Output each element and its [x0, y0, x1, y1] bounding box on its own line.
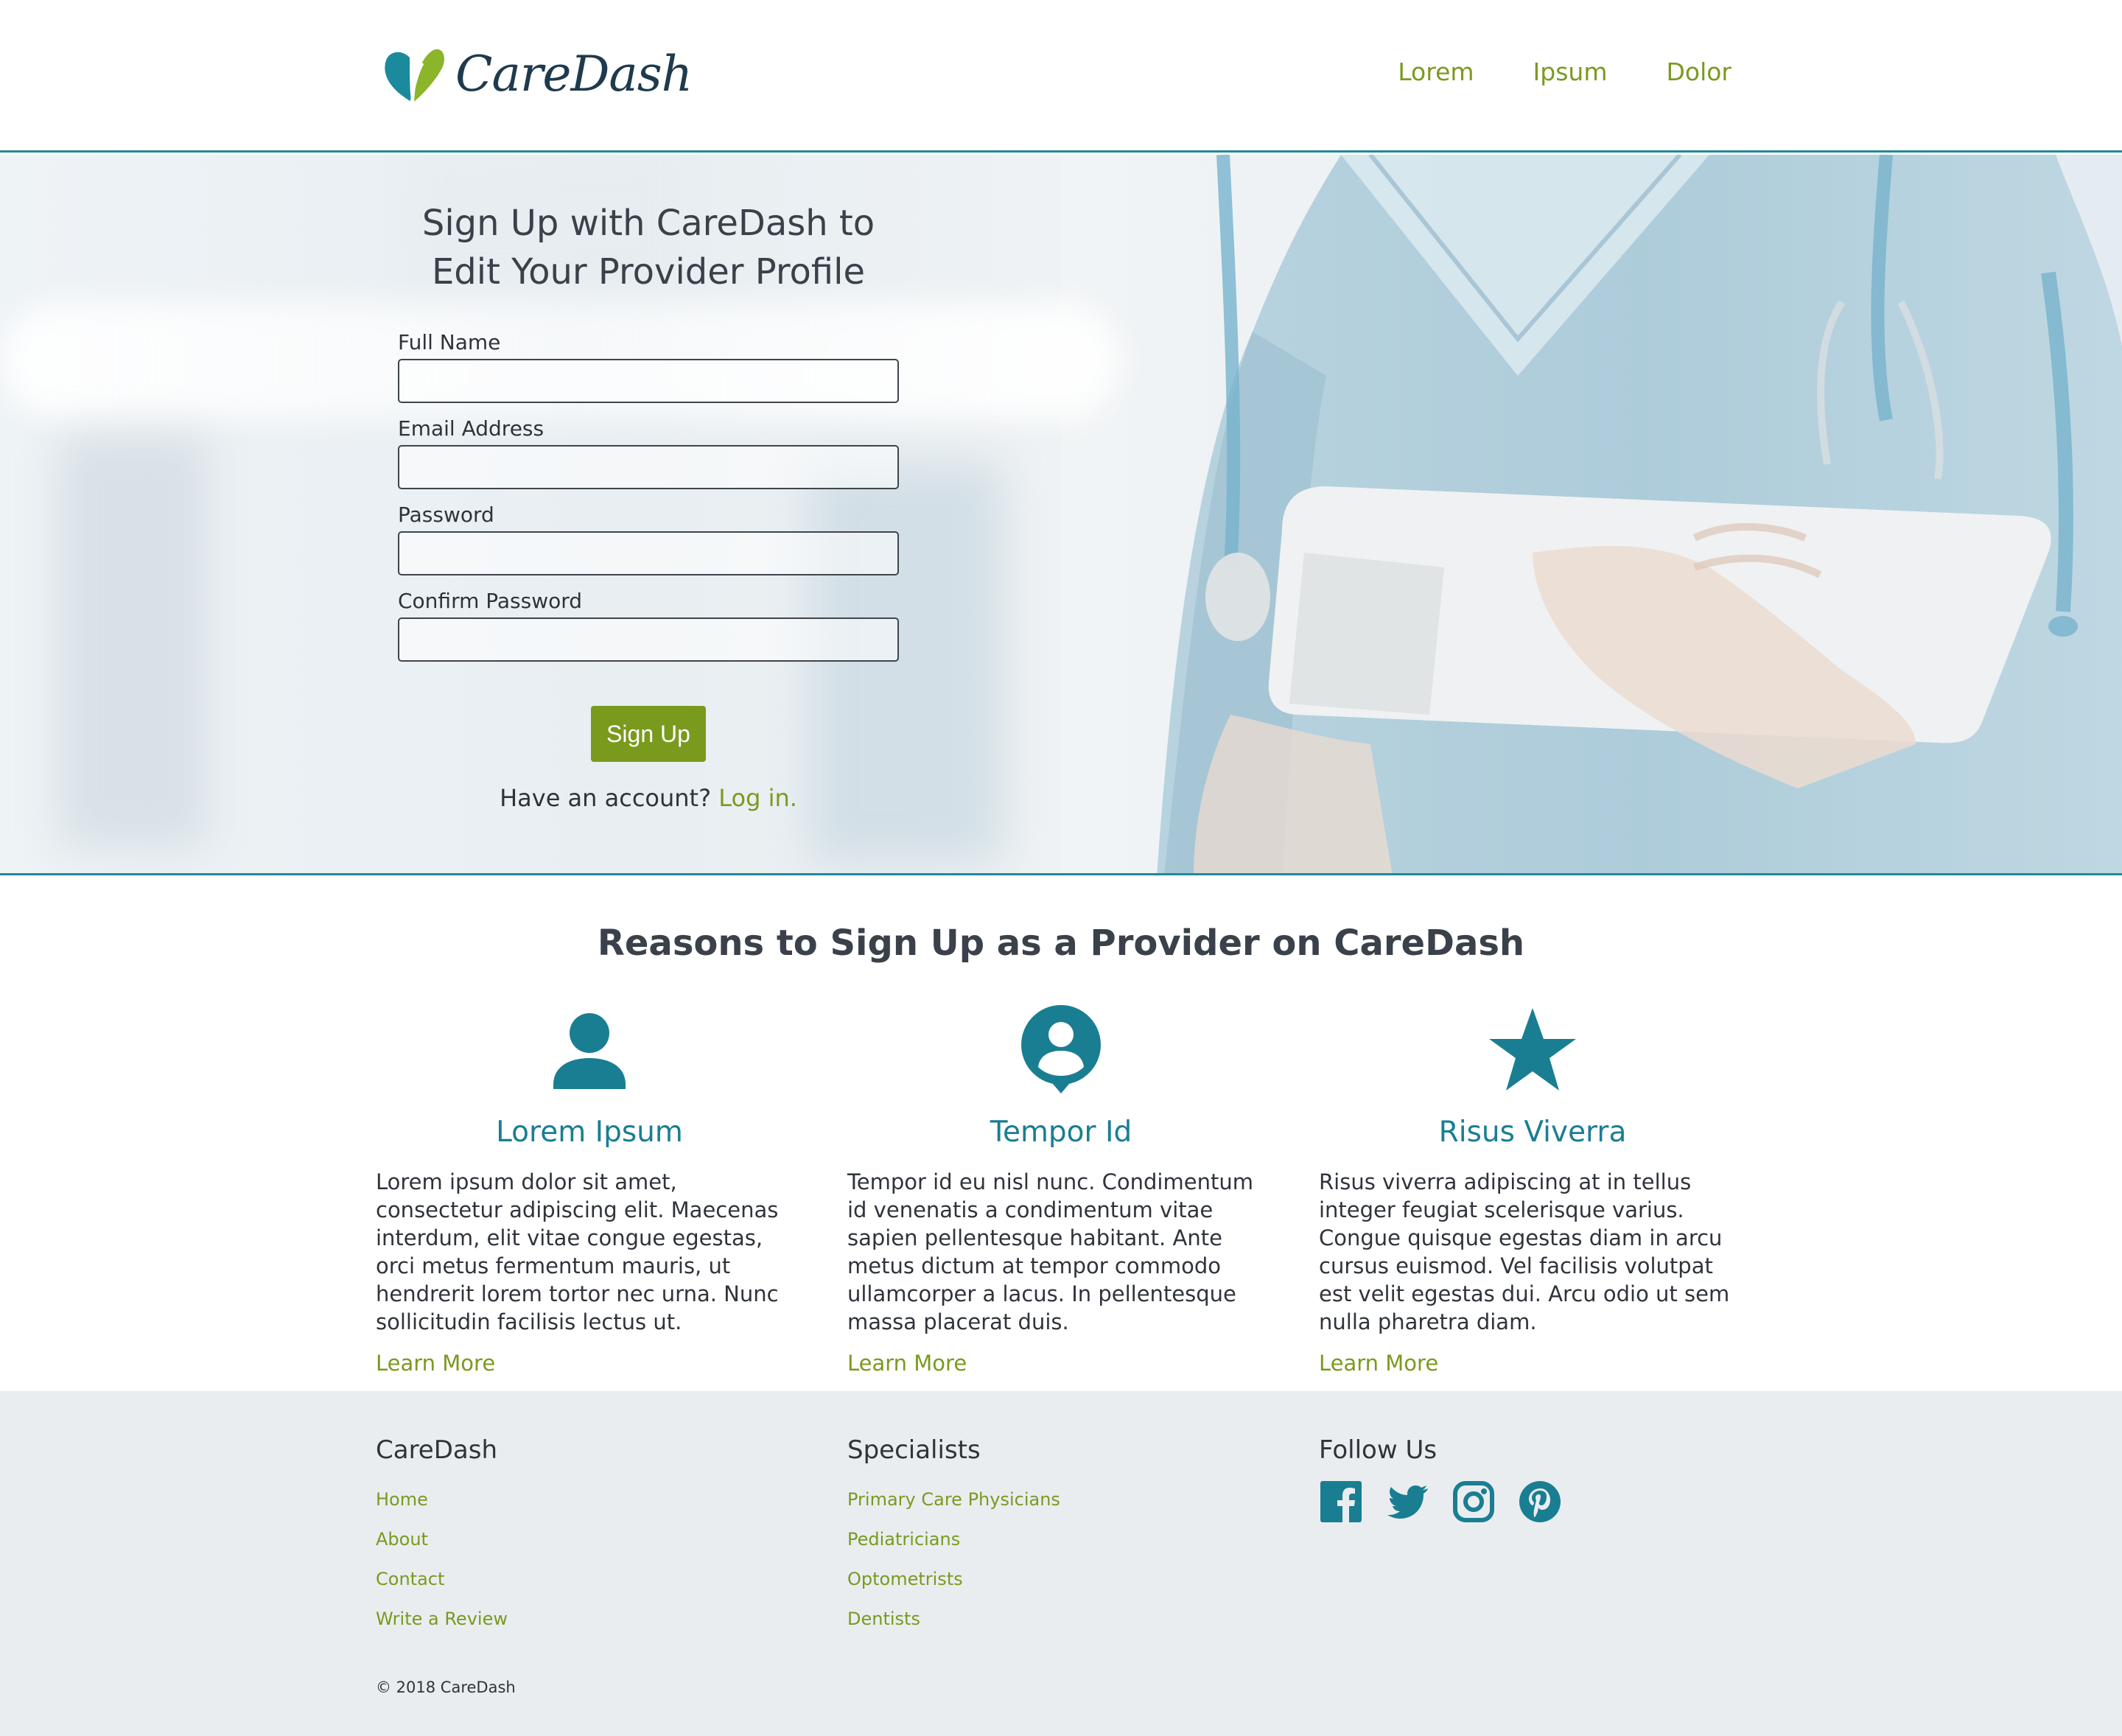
footer-link-about[interactable]: About	[376, 1519, 508, 1559]
full-name-label: Full Name	[398, 330, 501, 354]
signup-title: Sign Up with CareDash to Edit Your Provi…	[421, 203, 875, 293]
doctor-with-tablet-image	[1061, 155, 2122, 873]
email-label: Email Address	[398, 416, 544, 441]
heart-logo-icon	[385, 49, 444, 102]
confirm-password-group: Confirm Password	[398, 589, 899, 662]
footer-heading: CareDash	[376, 1435, 498, 1465]
twitter-icon[interactable]	[1385, 1480, 1429, 1524]
footer-col-caredash: CareDash Home About Contact Write a Revi…	[376, 1435, 508, 1639]
footer-heading: Follow Us	[1319, 1435, 1438, 1465]
copyright-text: © 2018 CareDash	[376, 1679, 516, 1696]
reason-text: Lorem ipsum dolor sit amet, consectetur …	[376, 1169, 779, 1334]
login-link[interactable]: Log in.	[718, 784, 797, 812]
caredash-logo[interactable]: CareDash	[382, 44, 693, 103]
footer-heading: Specialists	[847, 1435, 981, 1465]
email-input[interactable]	[398, 445, 899, 489]
reason-column: Lorem Ipsum Lorem ipsum dolor sit amet, …	[376, 1002, 803, 1376]
password-group: Password	[398, 503, 899, 575]
instagram-icon[interactable]	[1452, 1480, 1496, 1524]
reason-title: Tempor Id	[990, 1116, 1132, 1149]
account-prompt: Have an account? Log in.	[398, 784, 899, 812]
full-name-group: Full Name	[398, 330, 899, 403]
footer-col-specialists: Specialists Primary Care Physicians Pedi…	[847, 1435, 1060, 1639]
footer-link-contact[interactable]: Contact	[376, 1559, 508, 1599]
site-header: CareDash Lorem Ipsum Dolor	[0, 0, 2122, 153]
reason-column: Risus Viverra Risus viverra adipiscing a…	[1319, 1002, 1746, 1376]
email-group: Email Address	[398, 416, 899, 489]
password-label: Password	[398, 503, 494, 527]
sign-up-button[interactable]: Sign Up	[591, 706, 706, 762]
learn-more-link[interactable]: Learn More	[1319, 1351, 1746, 1376]
confirm-password-label: Confirm Password	[398, 589, 583, 613]
learn-more-link[interactable]: Learn More	[376, 1351, 803, 1376]
footer-link-dentists[interactable]: Dentists	[847, 1599, 1060, 1639]
star-icon	[1489, 1008, 1576, 1091]
full-name-input[interactable]	[398, 359, 899, 403]
footer-link-write-review[interactable]: Write a Review	[376, 1599, 508, 1639]
facebook-icon[interactable]	[1319, 1480, 1363, 1524]
footer-col-follow: Follow Us	[1319, 1435, 1562, 1524]
social-links	[1319, 1480, 1562, 1524]
nav-item-dolor[interactable]: Dolor	[1666, 57, 1731, 86]
main-nav: Lorem Ipsum Dolor	[1339, 57, 1731, 86]
confirm-password-input[interactable]	[398, 617, 899, 662]
pinterest-icon[interactable]	[1518, 1480, 1562, 1524]
reason-title: Risus Viverra	[1438, 1116, 1627, 1149]
site-footer: CareDash Home About Contact Write a Revi…	[0, 1391, 2122, 1736]
footer-link-primary-care[interactable]: Primary Care Physicians	[847, 1480, 1060, 1519]
logo-wordmark: CareDash	[455, 45, 693, 102]
person-icon	[553, 1013, 626, 1089]
reasons-title: Reasons to Sign Up as a Provider on Care…	[597, 923, 1525, 964]
learn-more-link[interactable]: Learn More	[847, 1351, 1275, 1376]
nav-item-lorem[interactable]: Lorem	[1398, 57, 1474, 86]
password-input[interactable]	[398, 531, 899, 575]
nav-item-ipsum[interactable]: Ipsum	[1533, 57, 1608, 86]
reason-column: Tempor Id Tempor id eu nisl nunc. Condim…	[847, 1002, 1275, 1376]
footer-link-optometrists[interactable]: Optometrists	[847, 1559, 1060, 1599]
background-blur	[59, 435, 206, 847]
account-prompt-text: Have an account?	[500, 784, 712, 812]
signup-form: Sign Up with CareDash to Edit Your Provi…	[398, 199, 899, 812]
reason-text: Tempor id eu nisl nunc. Condimentum id v…	[847, 1169, 1253, 1334]
reason-title: Lorem Ipsum	[496, 1116, 683, 1149]
footer-link-pediatricians[interactable]: Pediatricians	[847, 1519, 1060, 1559]
reason-text: Risus viverra adipiscing at in tellus in…	[1319, 1169, 1730, 1334]
profile-pin-icon	[1021, 1005, 1101, 1093]
hero-section: Sign Up with CareDash to Edit Your Provi…	[0, 155, 2122, 875]
footer-link-home[interactable]: Home	[376, 1480, 508, 1519]
